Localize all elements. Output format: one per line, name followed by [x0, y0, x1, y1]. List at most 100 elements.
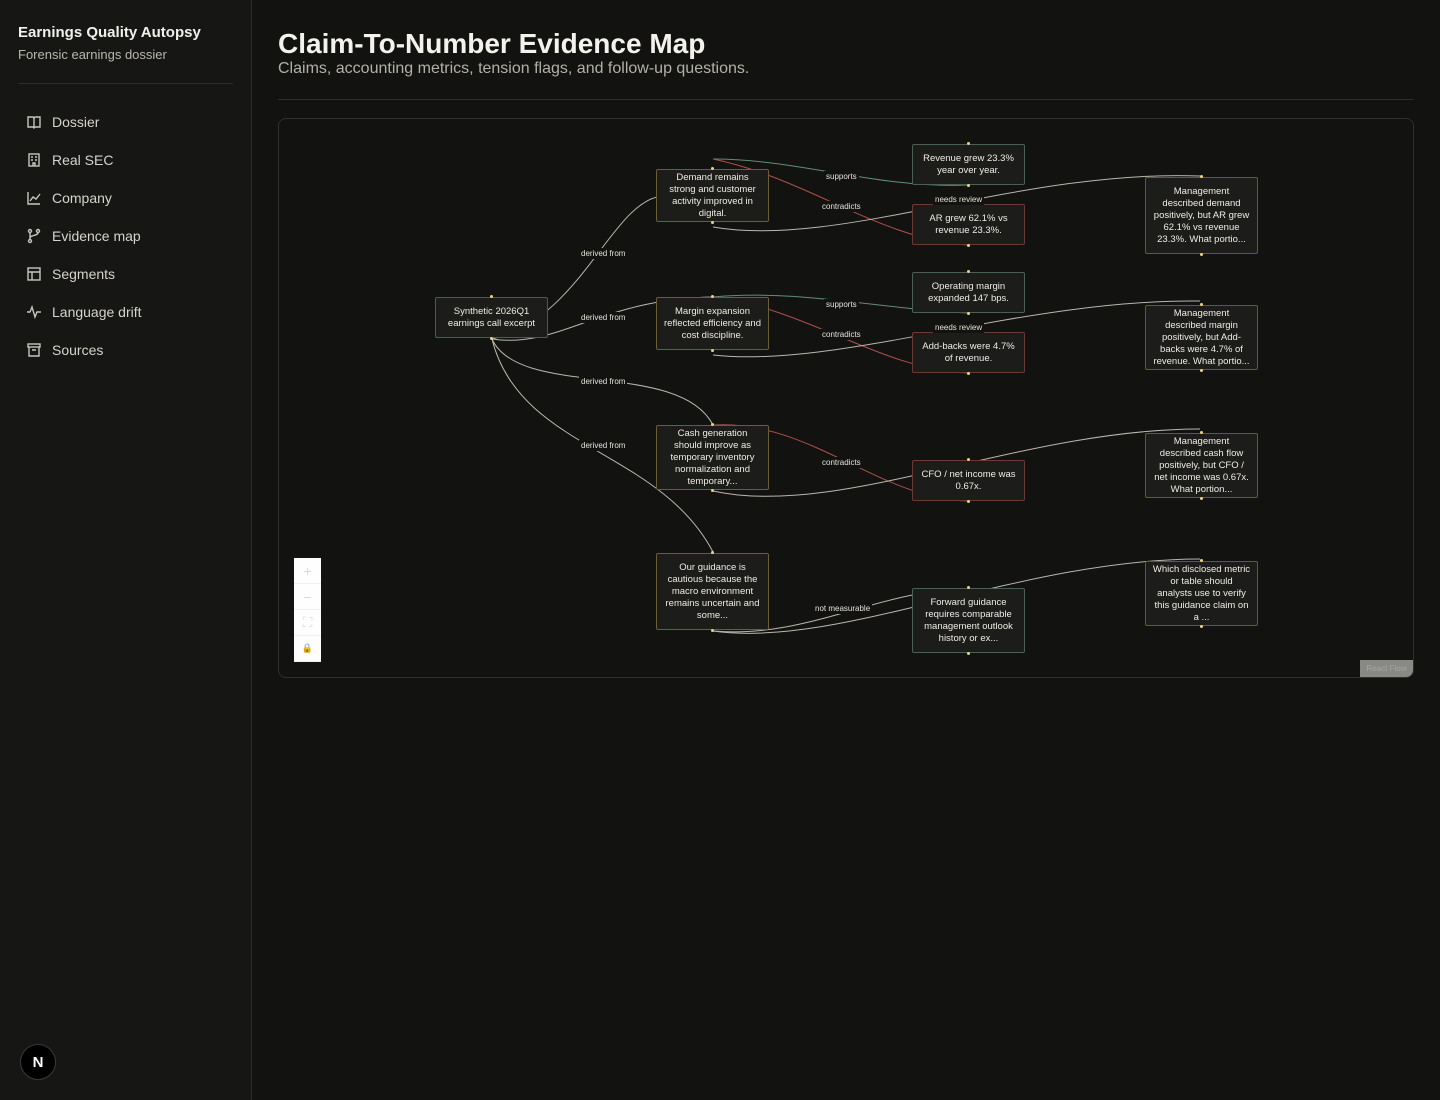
node-handle[interactable] [967, 372, 970, 375]
node-handle[interactable] [711, 551, 714, 554]
metric-node[interactable]: Forward guidance requires comparable man… [912, 588, 1025, 653]
zoom-in-button[interactable]: + [294, 558, 321, 584]
sidebar-item-sources[interactable]: Sources [18, 331, 233, 369]
node-handle[interactable] [1200, 369, 1203, 372]
edge-label: supports [824, 171, 859, 182]
node-handle[interactable] [1200, 253, 1203, 256]
sidebar-item-label: Real SEC [52, 152, 114, 168]
metric-node[interactable]: Add-backs were 4.7% of revenue. [912, 332, 1025, 373]
edge-label: derived from [579, 376, 628, 387]
node-handle[interactable] [711, 349, 714, 352]
edge-label: derived from [579, 312, 628, 323]
node-label: Add-backs were 4.7% of revenue. [922, 340, 1015, 364]
node-handle[interactable] [967, 652, 970, 655]
node-handle[interactable] [1200, 559, 1203, 562]
node-handle[interactable] [711, 629, 714, 632]
edge-label: supports [824, 299, 859, 310]
question-node[interactable]: Management described cash flow positivel… [1145, 433, 1258, 498]
edge-label: contradicts [820, 201, 863, 212]
edge-label: not measurable [813, 603, 873, 614]
sidebar-item-real-sec[interactable]: Real SEC [18, 141, 233, 179]
sidebar-item-label: Dossier [52, 114, 100, 130]
node-label: Cash generation should improve as tempor… [670, 427, 755, 487]
node-handle[interactable] [967, 312, 970, 315]
evidence-map-canvas[interactable]: Synthetic 2026Q1 earnings call excerpt D… [278, 118, 1414, 678]
zoom-out-button[interactable]: − [294, 584, 321, 610]
sidebar-item-evidence-map[interactable]: Evidence map [18, 217, 233, 255]
header-divider [278, 99, 1414, 100]
node-handle[interactable] [490, 337, 493, 340]
metric-node[interactable]: AR grew 62.1% vs revenue 23.3%. [912, 204, 1025, 245]
sidebar-item-segments[interactable]: Segments [18, 255, 233, 293]
node-label: Revenue grew 23.3% year over year. [923, 152, 1014, 176]
node-handle[interactable] [967, 142, 970, 145]
node-handle[interactable] [711, 167, 714, 170]
brand-subtitle: Forensic earnings dossier [18, 47, 167, 62]
page-subtitle: Claims, accounting metrics, tension flag… [278, 60, 750, 77]
sidebar-item-label: Evidence map [52, 228, 141, 244]
page-title: Claim-To-Number Evidence Map [278, 28, 706, 59]
edge-label: needs review [933, 322, 985, 333]
brand: Earnings Quality Autopsy Forensic earnin… [18, 24, 201, 62]
node-handle[interactable] [711, 423, 714, 426]
node-handle[interactable] [1200, 175, 1203, 178]
sidebar-divider [18, 83, 233, 84]
node-handle[interactable] [967, 244, 970, 247]
node-label: Management described demand positively, … [1153, 185, 1250, 245]
node-handle[interactable] [1200, 497, 1203, 500]
sidebar-item-label: Language drift [52, 304, 142, 320]
branch-icon [27, 228, 41, 244]
sidebar: Earnings Quality Autopsy Forensic earnin… [0, 0, 252, 1100]
lock-icon[interactable]: 🔒 [294, 636, 321, 662]
sidebar-item-language-drift[interactable]: Language drift [18, 293, 233, 331]
node-label: Forward guidance requires comparable man… [924, 596, 1013, 644]
pulse-icon [27, 304, 41, 320]
flow-attribution[interactable]: React Flow [1360, 660, 1413, 677]
node-handle[interactable] [1200, 625, 1203, 628]
metric-node[interactable]: Operating margin expanded 147 bps. [912, 272, 1025, 313]
metric-node[interactable]: CFO / net income was 0.67x. [912, 460, 1025, 501]
edge-label: needs review [933, 194, 985, 205]
node-handle[interactable] [967, 500, 970, 503]
sidebar-item-label: Sources [52, 342, 104, 358]
node-label: Our guidance is cautious because the mac… [665, 561, 760, 621]
question-node[interactable]: Management described demand positively, … [1145, 177, 1258, 254]
node-handle[interactable] [1200, 303, 1203, 306]
node-label: AR grew 62.1% vs revenue 23.3%. [929, 212, 1008, 236]
table-icon [27, 267, 41, 281]
node-handle[interactable] [711, 295, 714, 298]
node-handle[interactable] [967, 270, 970, 273]
node-label: Management described cash flow positivel… [1154, 435, 1249, 495]
sidebar-item-label: Segments [52, 266, 116, 282]
node-handle[interactable] [967, 586, 970, 589]
claim-node[interactable]: Demand remains strong and customer activ… [656, 169, 769, 222]
metric-node[interactable]: Revenue grew 23.3% year over year. [912, 144, 1025, 185]
building-icon [28, 153, 40, 167]
edge-label: derived from [579, 248, 628, 259]
node-handle[interactable] [490, 295, 493, 298]
node-handle[interactable] [967, 184, 970, 187]
sidebar-item-label: Company [52, 190, 112, 206]
avatar[interactable]: N [20, 1044, 56, 1080]
edge-label: contradicts [820, 457, 863, 468]
edge-label: derived from [579, 440, 628, 451]
line-chart-icon [27, 192, 41, 205]
fit-view-button[interactable]: ⛶ [294, 610, 321, 636]
sidebar-nav: Dossier Real SEC Company Evidence map Se… [18, 103, 233, 369]
node-handle[interactable] [711, 221, 714, 224]
sidebar-item-dossier[interactable]: Dossier [18, 103, 233, 141]
sidebar-item-company[interactable]: Company [18, 179, 233, 217]
node-handle[interactable] [711, 489, 714, 492]
question-node[interactable]: Which disclosed metric or table should a… [1145, 561, 1258, 626]
claim-node[interactable]: Our guidance is cautious because the mac… [656, 553, 769, 630]
node-handle[interactable] [967, 458, 970, 461]
node-label: Synthetic 2026Q1 earnings call excerpt [447, 305, 536, 329]
source-node[interactable]: Synthetic 2026Q1 earnings call excerpt [435, 297, 548, 338]
claim-node[interactable]: Cash generation should improve as tempor… [656, 425, 769, 490]
question-node[interactable]: Management described margin positively, … [1145, 305, 1258, 370]
node-label: Management described margin positively, … [1153, 307, 1250, 367]
node-handle[interactable] [1200, 431, 1203, 434]
edge-label: contradicts [820, 329, 863, 340]
node-label: Margin expansion reflected efficiency an… [664, 305, 761, 341]
claim-node[interactable]: Margin expansion reflected efficiency an… [656, 297, 769, 350]
